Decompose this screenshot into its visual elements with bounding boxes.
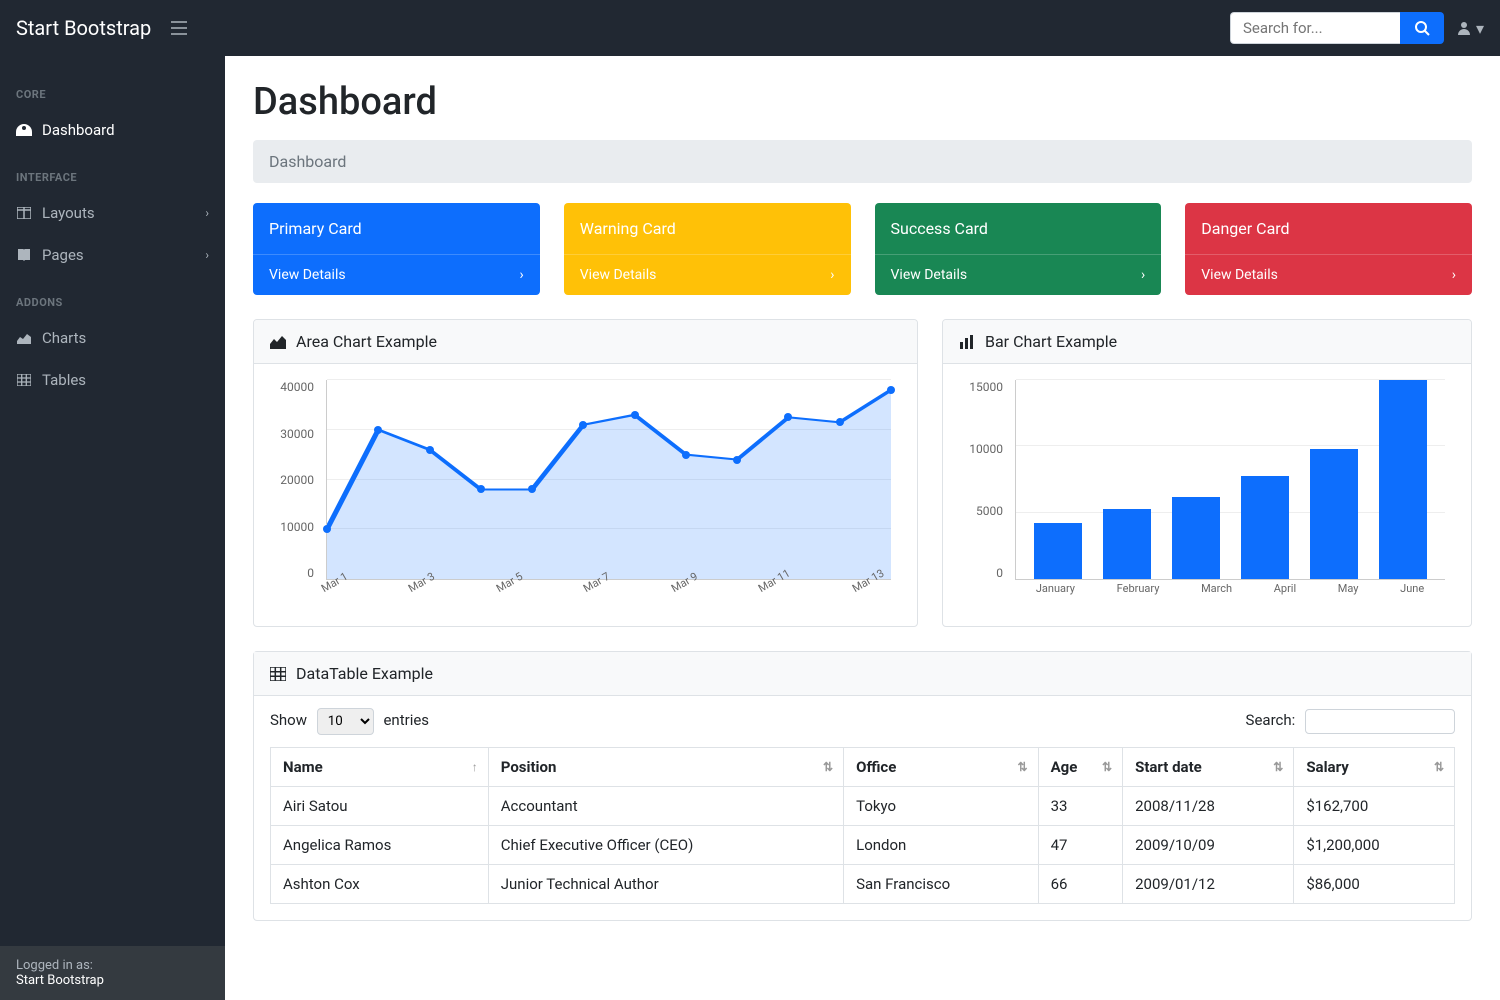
table-icon	[16, 374, 32, 386]
card-title: Primary Card	[253, 203, 540, 254]
search-icon	[1414, 20, 1430, 36]
page-title: Dashboard	[253, 80, 1472, 124]
sidebar-item-dashboard[interactable]: Dashboard	[0, 109, 225, 151]
card-link[interactable]: View Details ›	[1185, 254, 1472, 295]
logged-in-user: Start Bootstrap	[16, 973, 209, 988]
search-button[interactable]	[1400, 12, 1444, 44]
column-header[interactable]: Age⇅	[1038, 748, 1123, 787]
entries-select[interactable]: 102550100	[317, 708, 374, 735]
chevron-right-icon: ›	[830, 267, 834, 283]
table-row[interactable]: Angelica RamosChief Executive Officer (C…	[271, 826, 1455, 865]
bar-chart: 150001000050000JanuaryFebruaryMarchApril…	[959, 380, 1455, 610]
search-input[interactable]	[1230, 12, 1400, 44]
table-row[interactable]: Airi SatouAccountantTokyo332008/11/28$16…	[271, 787, 1455, 826]
chevron-right-icon: ›	[1452, 267, 1456, 283]
color-card: Warning Card View Details ›	[564, 203, 851, 295]
sidebar-item-label: Pages	[42, 246, 84, 264]
book-icon	[16, 249, 32, 261]
card-link[interactable]: View Details ›	[564, 254, 851, 295]
column-header[interactable]: Office⇅	[844, 748, 1038, 787]
panel-title: Bar Chart Example	[985, 332, 1117, 351]
brand-title[interactable]: Start Bootstrap	[16, 16, 151, 40]
panel-title: DataTable Example	[296, 664, 433, 683]
color-card: Success Card View Details ›	[875, 203, 1162, 295]
sidebar-heading-interface: INTERFACE	[0, 151, 225, 192]
sidebar-item-tables[interactable]: Tables	[0, 359, 225, 401]
card-title: Warning Card	[564, 203, 851, 254]
area-chart: 400003000020000100000 Mar 1Mar 3Mar 5Mar…	[270, 380, 901, 610]
user-dropdown[interactable]: ▾	[1456, 19, 1484, 38]
column-header[interactable]: Salary⇅	[1294, 748, 1455, 787]
datatable-search: Search:	[1246, 709, 1455, 734]
sort-icon: ⇅	[1434, 760, 1444, 774]
sort-icon: ↑	[472, 760, 478, 774]
sidebar-item-label: Charts	[42, 329, 86, 347]
sidebar-item-label: Dashboard	[42, 121, 115, 139]
card-title: Success Card	[875, 203, 1162, 254]
breadcrumb: Dashboard	[253, 140, 1472, 183]
sidebar-item-layouts[interactable]: Layouts ›	[0, 192, 225, 234]
card-title: Danger Card	[1185, 203, 1472, 254]
sort-icon: ⇅	[823, 760, 833, 774]
area-chart-panel: Area Chart Example 400003000020000100000…	[253, 319, 918, 627]
user-icon	[1456, 20, 1472, 36]
cards-row: Primary Card View Details › Warning Card…	[253, 203, 1472, 295]
table-row[interactable]: Ashton CoxJunior Technical AuthorSan Fra…	[271, 865, 1455, 904]
main-content: Dashboard Dashboard Primary Card View De…	[225, 56, 1500, 1000]
sidebar-heading-addons: ADDONS	[0, 276, 225, 317]
menu-toggle-icon[interactable]	[171, 21, 187, 35]
sidebar-heading-core: CORE	[0, 68, 225, 109]
sort-icon: ⇅	[1018, 760, 1028, 774]
column-header[interactable]: Start date⇅	[1123, 748, 1294, 787]
chevron-right-icon: ›	[1141, 267, 1145, 283]
chart-area-icon	[270, 335, 286, 349]
datatable-search-input[interactable]	[1305, 709, 1455, 734]
table-icon	[270, 667, 286, 681]
panel-title: Area Chart Example	[296, 332, 437, 351]
card-link[interactable]: View Details ›	[253, 254, 540, 295]
sidebar-item-label: Layouts	[42, 204, 95, 222]
chart-bar-icon	[959, 335, 975, 349]
chevron-right-icon: ›	[205, 248, 209, 262]
top-navbar: Start Bootstrap ▾	[0, 0, 1500, 56]
tachometer-icon	[16, 124, 32, 136]
datatable-length: Show 102550100 entries	[270, 708, 429, 735]
card-link[interactable]: View Details ›	[875, 254, 1162, 295]
column-header[interactable]: Position⇅	[488, 748, 843, 787]
logged-in-label: Logged in as:	[16, 958, 209, 973]
datatable-panel: DataTable Example Show 102550100 entries…	[253, 651, 1472, 921]
sidebar-footer: Logged in as: Start Bootstrap	[0, 946, 225, 1000]
bar-chart-panel: Bar Chart Example 150001000050000January…	[942, 319, 1472, 627]
columns-icon	[16, 207, 32, 219]
color-card: Primary Card View Details ›	[253, 203, 540, 295]
sidebar-item-pages[interactable]: Pages ›	[0, 234, 225, 276]
chart-area-icon	[16, 332, 32, 344]
search-group	[1230, 12, 1444, 44]
sort-icon: ⇅	[1273, 760, 1283, 774]
chevron-right-icon: ›	[520, 267, 524, 283]
column-header[interactable]: Name↑	[271, 748, 489, 787]
chevron-right-icon: ›	[205, 206, 209, 220]
sidebar-item-label: Tables	[42, 371, 86, 389]
chevron-down-icon: ▾	[1476, 19, 1484, 38]
color-card: Danger Card View Details ›	[1185, 203, 1472, 295]
sort-icon: ⇅	[1102, 760, 1112, 774]
sidebar: CORE Dashboard INTERFACE Layouts › Pages…	[0, 56, 225, 1000]
data-table: Name↑Position⇅Office⇅Age⇅Start date⇅Sala…	[270, 747, 1455, 904]
sidebar-item-charts[interactable]: Charts	[0, 317, 225, 359]
